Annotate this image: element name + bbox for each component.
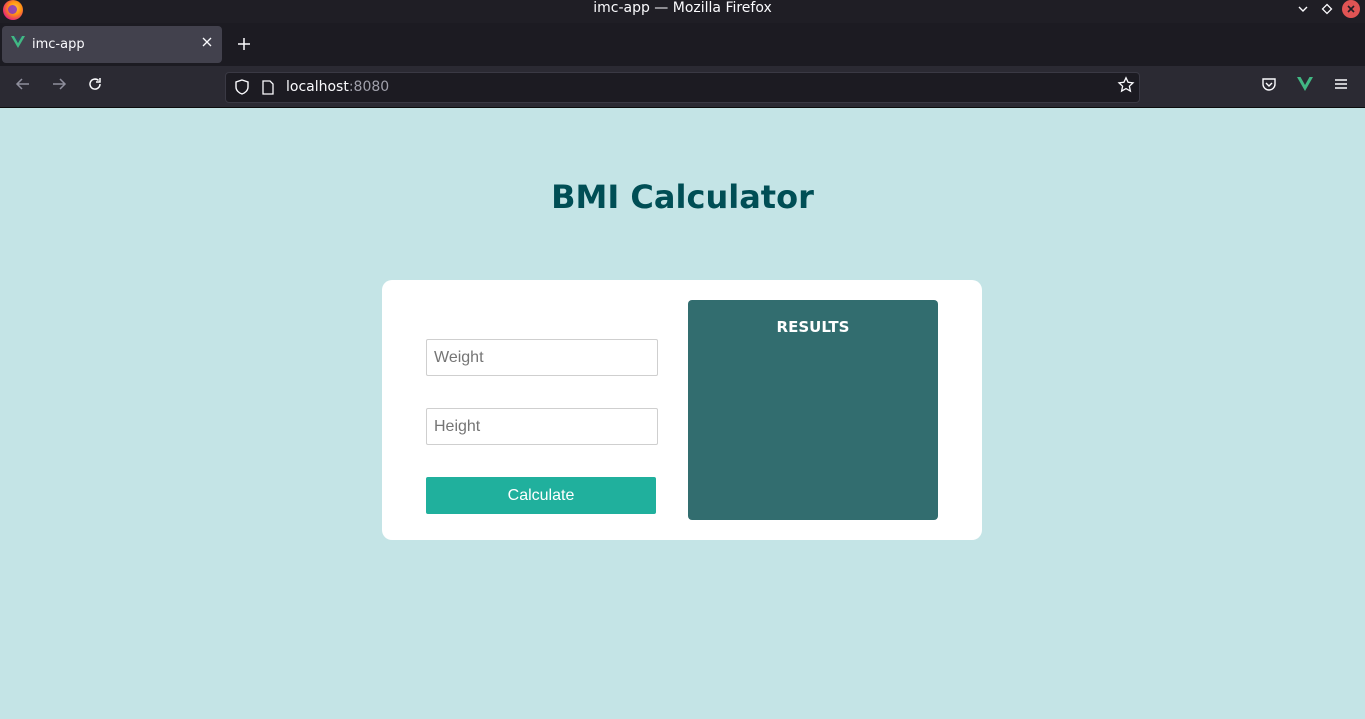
- navigation-toolbar: localhost:8080: [0, 66, 1365, 108]
- page-content: BMI Calculator Calculate RESULTS: [0, 108, 1365, 719]
- hamburger-menu-icon[interactable]: [1330, 76, 1352, 98]
- results-panel: RESULTS: [688, 300, 938, 520]
- minimize-icon[interactable]: [1294, 0, 1312, 18]
- bookmark-star-icon[interactable]: [1115, 76, 1137, 98]
- calculator-card: Calculate RESULTS: [382, 280, 982, 540]
- window-titlebar: imc-app — Mozilla Firefox: [0, 0, 1365, 23]
- tab-imc-app[interactable]: imc-app: [2, 26, 222, 63]
- tab-title: imc-app: [32, 37, 85, 52]
- tracking-protection-shield-icon[interactable]: [233, 78, 251, 96]
- url-host: localhost: [286, 79, 349, 95]
- page-title: BMI Calculator: [551, 178, 814, 216]
- reload-icon[interactable]: [84, 76, 106, 98]
- weight-input[interactable]: [426, 339, 658, 376]
- forward-arrow-icon[interactable]: [48, 76, 70, 98]
- address-bar[interactable]: localhost:8080: [225, 72, 1140, 103]
- vue-logo-icon: [10, 34, 26, 50]
- back-arrow-icon[interactable]: [12, 76, 34, 98]
- maximize-icon[interactable]: [1318, 0, 1336, 18]
- pocket-icon[interactable]: [1258, 76, 1280, 98]
- height-input[interactable]: [426, 408, 658, 445]
- calculate-button[interactable]: Calculate: [426, 477, 656, 514]
- url-text[interactable]: localhost:8080: [286, 79, 389, 95]
- new-tab-icon[interactable]: [233, 33, 255, 55]
- tab-strip: imc-app: [0, 23, 1365, 66]
- page-info-icon[interactable]: [262, 80, 274, 95]
- results-title: RESULTS: [776, 318, 850, 336]
- close-tab-icon[interactable]: [198, 34, 216, 52]
- window-title: imc-app — Mozilla Firefox: [593, 0, 772, 16]
- vue-devtools-icon[interactable]: [1294, 76, 1316, 98]
- url-port: :8080: [348, 79, 390, 95]
- close-window-icon[interactable]: [1342, 0, 1360, 18]
